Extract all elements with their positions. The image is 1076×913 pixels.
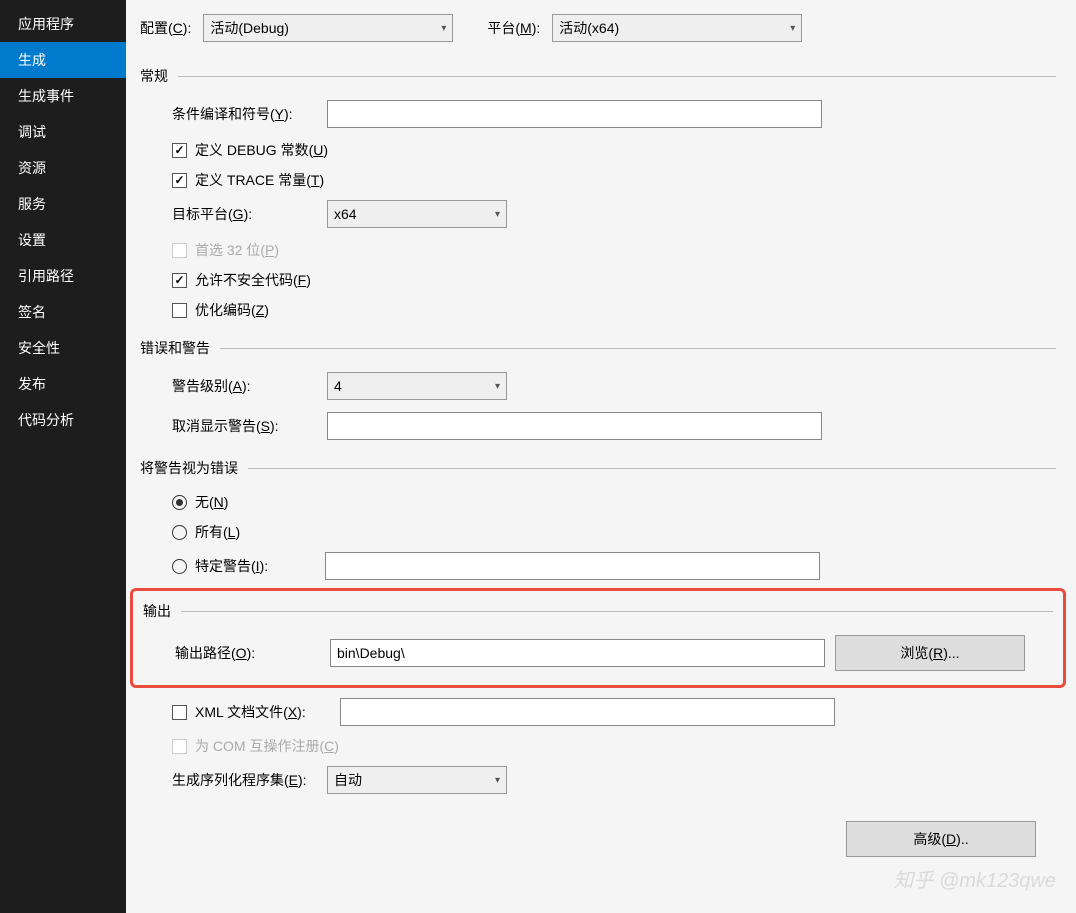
treat-all-label: 所有(L) (195, 522, 240, 542)
debug-const-checkbox[interactable] (172, 143, 187, 158)
unsafe-label: 允许不安全代码(F) (195, 270, 311, 290)
symbols-label: 条件编译和符号(Y): (172, 104, 327, 124)
section-title-general: 常规 (140, 66, 168, 86)
chevron-down-icon: ▾ (495, 775, 500, 786)
top-config-row: 配置(C): 活动(Debug)▾ 平台(M): 活动(x64)▾ (140, 14, 1056, 42)
serialization-label: 生成序列化程序集(E): (172, 770, 327, 790)
sidebar-item-9[interactable]: 安全性 (0, 330, 126, 366)
watermark: 知乎 @mk123qwe (893, 864, 1056, 893)
sidebar-item-6[interactable]: 设置 (0, 222, 126, 258)
prefer32-checkbox (172, 243, 187, 258)
debug-const-label: 定义 DEBUG 常数(U) (195, 140, 328, 160)
sidebar-item-2[interactable]: 生成事件 (0, 78, 126, 114)
config-dropdown[interactable]: 活动(Debug)▾ (203, 14, 453, 42)
trace-const-label: 定义 TRACE 常量(T) (195, 170, 324, 190)
treat-specific-input[interactable] (325, 552, 820, 580)
platform-dropdown[interactable]: 活动(x64)▾ (552, 14, 802, 42)
advanced-button[interactable]: 高级(D).. (846, 821, 1036, 857)
chevron-down-icon: ▾ (495, 381, 500, 392)
main-panel: 配置(C): 活动(Debug)▾ 平台(M): 活动(x64)▾ 常规 条件编… (126, 0, 1076, 913)
treat-none-radio[interactable] (172, 495, 187, 510)
treat-none-label: 无(N) (195, 492, 228, 512)
sidebar-item-11[interactable]: 代码分析 (0, 402, 126, 438)
sidebar: 应用程序生成生成事件调试资源服务设置引用路径签名安全性发布代码分析 (0, 0, 126, 913)
chevron-down-icon: ▾ (495, 209, 500, 220)
section-title-treat: 将警告视为错误 (140, 458, 238, 478)
sidebar-item-0[interactable]: 应用程序 (0, 6, 126, 42)
optimize-checkbox[interactable] (172, 303, 187, 318)
chevron-down-icon: ▾ (790, 23, 795, 34)
treat-specific-radio[interactable] (172, 559, 187, 574)
trace-const-checkbox[interactable] (172, 173, 187, 188)
sidebar-item-1[interactable]: 生成 (0, 42, 126, 78)
browse-button[interactable]: 浏览(R)... (835, 635, 1025, 671)
sidebar-item-8[interactable]: 签名 (0, 294, 126, 330)
chevron-down-icon: ▾ (441, 23, 446, 34)
treat-all-radio[interactable] (172, 525, 187, 540)
output-path-input[interactable] (330, 639, 825, 667)
warning-level-dropdown[interactable]: 4▾ (327, 372, 507, 400)
target-dropdown[interactable]: x64▾ (327, 200, 507, 228)
section-output: 输出 输出路径(O): 浏览(R)... (133, 601, 1053, 671)
suppress-input[interactable] (327, 412, 822, 440)
suppress-label: 取消显示警告(S): (172, 416, 327, 436)
sidebar-item-10[interactable]: 发布 (0, 366, 126, 402)
config-label: 配置(C): (140, 18, 191, 38)
optimize-label: 优化编码(Z) (195, 300, 269, 320)
serialization-dropdown[interactable]: 自动▾ (327, 766, 507, 794)
platform-label: 平台(M): (487, 18, 540, 38)
sidebar-item-3[interactable]: 调试 (0, 114, 126, 150)
warning-level-label: 警告级别(A): (172, 376, 327, 396)
section-title-errors: 错误和警告 (140, 338, 210, 358)
output-highlight: 输出 输出路径(O): 浏览(R)... (130, 588, 1066, 688)
target-label: 目标平台(G): (172, 204, 327, 224)
section-treat-as-error: 将警告视为错误 无(N) 所有(L) 特定警告(I): (140, 458, 1056, 580)
xml-doc-input[interactable] (340, 698, 835, 726)
sidebar-item-7[interactable]: 引用路径 (0, 258, 126, 294)
treat-specific-label: 特定警告(I): (195, 556, 325, 576)
sidebar-item-5[interactable]: 服务 (0, 186, 126, 222)
output-path-label: 输出路径(O): (175, 643, 330, 663)
prefer32-label: 首选 32 位(P) (195, 240, 279, 260)
section-errors: 错误和警告 警告级别(A): 4▾ 取消显示警告(S): (140, 338, 1056, 440)
sidebar-item-4[interactable]: 资源 (0, 150, 126, 186)
unsafe-checkbox[interactable] (172, 273, 187, 288)
xml-doc-checkbox[interactable] (172, 705, 187, 720)
com-register-label: 为 COM 互操作注册(C) (195, 736, 339, 756)
symbols-input[interactable] (327, 100, 822, 128)
xml-doc-label: XML 文档文件(X): (195, 702, 340, 722)
section-general: 常规 条件编译和符号(Y): 定义 DEBUG 常数(U) 定义 TRACE 常… (140, 66, 1056, 320)
section-title-output: 输出 (143, 601, 171, 621)
com-register-checkbox (172, 739, 187, 754)
